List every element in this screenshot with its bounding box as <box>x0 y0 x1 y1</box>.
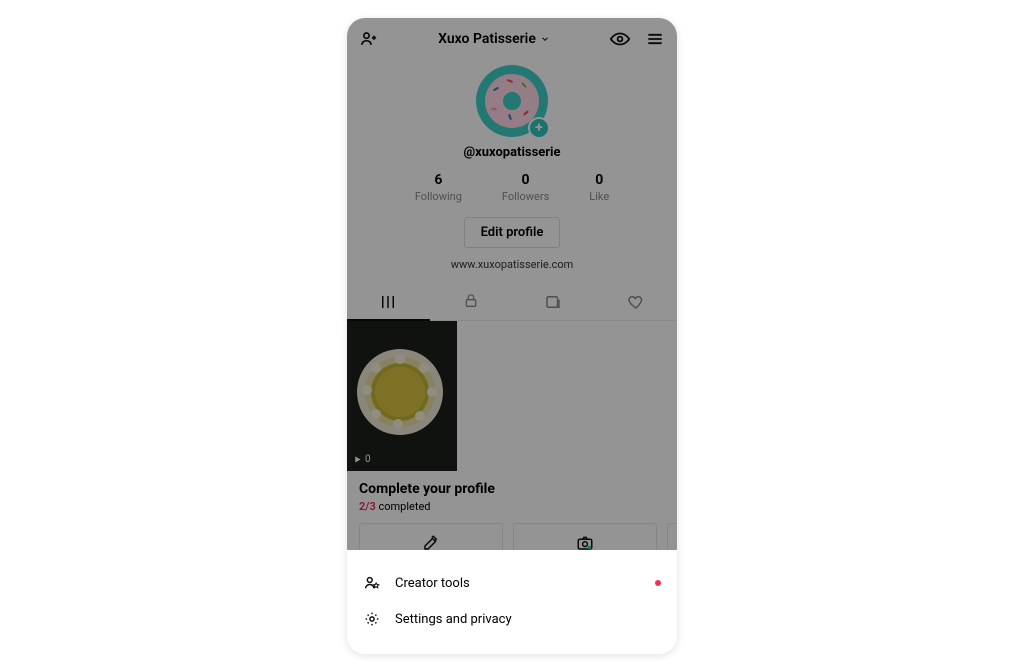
phone-frame: Xuxo Patisserie <box>347 18 677 654</box>
creator-tools-icon <box>363 574 381 592</box>
bottom-sheet: Creator tools Settings and privacy <box>347 550 677 654</box>
menu-settings-privacy[interactable]: Settings and privacy <box>361 602 663 636</box>
menu-creator-tools[interactable]: Creator tools <box>361 566 663 600</box>
menu-label: Creator tools <box>395 576 470 591</box>
modal-overlay[interactable] <box>347 18 677 574</box>
notification-dot <box>655 580 661 586</box>
menu-label: Settings and privacy <box>395 612 512 627</box>
stage: Xuxo Patisserie <box>0 0 1024 672</box>
gear-icon <box>363 610 381 628</box>
